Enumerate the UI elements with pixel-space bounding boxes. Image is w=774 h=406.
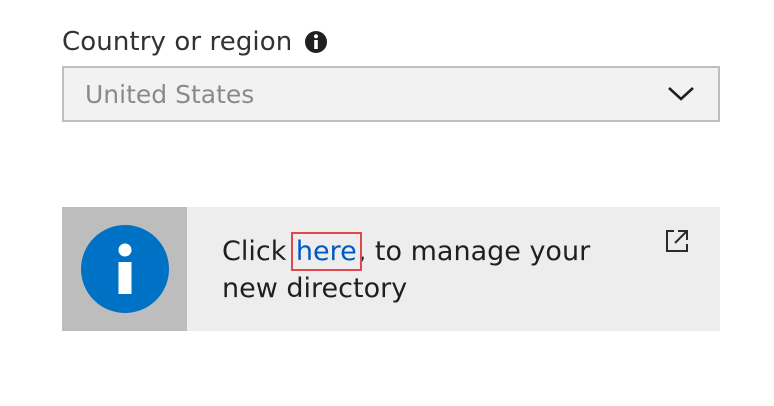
banner-message: Click here, to manage your new directory <box>222 232 622 307</box>
info-circle-icon[interactable] <box>304 30 328 54</box>
external-link-icon[interactable] <box>663 227 691 255</box>
info-banner: Click here, to manage your new directory <box>62 207 720 331</box>
country-field-label: Country or region <box>62 27 293 57</box>
info-icon <box>80 225 169 313</box>
chevron-down-icon[interactable] <box>666 85 696 103</box>
manage-directory-link[interactable]: here <box>290 232 362 271</box>
country-region-form: Country or region United States Click he… <box>0 0 774 406</box>
country-field-label-row: Country or region <box>62 24 328 60</box>
country-select[interactable]: United States <box>62 66 720 122</box>
banner-icon-panel <box>62 207 187 331</box>
banner-text-prefix: Click <box>222 236 295 267</box>
country-select-value: United States <box>85 79 255 109</box>
